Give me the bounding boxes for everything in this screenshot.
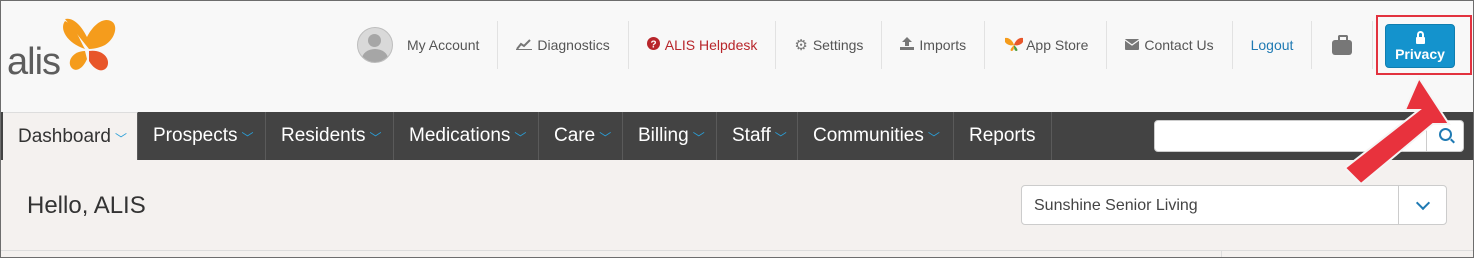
settings-label: Settings (812, 37, 864, 53)
tab-prospects-label: Prospects (153, 125, 238, 146)
tab-medications-label: Medications (409, 125, 511, 146)
app-frame: alis My Account Diagnostics ? ALIS Helpd… (0, 0, 1474, 258)
tab-communities-label: Communities (813, 125, 924, 146)
community-select[interactable]: Sunshine Senior Living (1021, 185, 1447, 225)
imports-label: Imports (919, 37, 967, 53)
tab-dashboard-label: Dashboard (18, 125, 111, 147)
tab-prospects[interactable]: Prospects ﹀ (138, 112, 266, 160)
privacy-button[interactable]: Privacy (1385, 24, 1455, 68)
chevron-down-icon: ﹀ (241, 131, 254, 145)
imports-link[interactable]: Imports (882, 21, 986, 69)
chevron-down-icon (1415, 195, 1430, 211)
tab-care[interactable]: Care ﹀ (539, 112, 623, 160)
app-store-label: App Store (1026, 37, 1089, 53)
envelope-icon (1125, 37, 1140, 53)
tab-dashboard[interactable]: Dashboard ﹀ (3, 112, 138, 160)
avatar (357, 27, 393, 63)
settings-link[interactable]: ⚙ Settings (776, 21, 883, 69)
chevron-down-icon: ﹀ (692, 131, 705, 145)
gear-icon: ⚙ (794, 37, 808, 54)
alis-logo[interactable]: alis (7, 15, 127, 83)
tab-billing-label: Billing (638, 125, 689, 146)
diagnostics-label: Diagnostics (537, 37, 610, 53)
tab-staff[interactable]: Staff ﹀ (717, 112, 798, 160)
dashboard-content: Hello, ALIS Sunshine Senior Living (1, 160, 1473, 257)
tab-residents-label: Residents (281, 125, 366, 146)
tab-communities[interactable]: Communities ﹀ (798, 112, 954, 160)
logo-text: alis (7, 41, 61, 83)
lock-icon (1415, 30, 1425, 44)
privacy-label: Privacy (1395, 45, 1445, 62)
chevron-down-icon: ﹀ (369, 131, 382, 145)
helpdesk-link[interactable]: ? ALIS Helpdesk (629, 21, 777, 69)
tab-reports[interactable]: Reports (954, 112, 1052, 160)
line-chart-icon (516, 37, 533, 53)
helpdesk-label: ALIS Helpdesk (664, 37, 758, 53)
chevron-down-icon: ﹀ (114, 131, 127, 146)
logout-link[interactable]: Logout (1233, 21, 1313, 69)
logout-label: Logout (1250, 37, 1294, 53)
upload-icon (900, 37, 915, 53)
diagnostics-link[interactable]: Diagnostics (498, 21, 629, 69)
tab-billing[interactable]: Billing ﹀ (623, 112, 717, 160)
chevron-down-icon: ﹀ (774, 131, 787, 145)
community-select-value: Sunshine Senior Living (1034, 197, 1198, 214)
page-title: Hello, ALIS (27, 192, 146, 219)
butterfly-icon (1003, 36, 1025, 55)
top-nav: My Account Diagnostics ? ALIS Helpdesk ⚙… (339, 21, 1374, 69)
svg-text:?: ? (650, 40, 656, 51)
chevron-down-icon: ﹀ (599, 131, 612, 145)
divider (1221, 250, 1222, 257)
tab-staff-label: Staff (732, 125, 771, 146)
annotation-arrow-icon (1343, 76, 1451, 186)
chevron-down-icon: ﹀ (514, 131, 527, 145)
chevron-down-icon: ﹀ (927, 131, 940, 145)
divider (1, 250, 1473, 251)
briefcase-icon (1332, 34, 1353, 55)
contact-us-label: Contact Us (1144, 37, 1214, 53)
app-store-link[interactable]: App Store (985, 21, 1108, 69)
community-dropdown-toggle[interactable] (1398, 186, 1446, 224)
tab-medications[interactable]: Medications ﹀ (394, 112, 539, 160)
tab-residents[interactable]: Residents ﹀ (266, 112, 394, 160)
my-account-label: My Account (407, 37, 480, 53)
contact-us-link[interactable]: Contact Us (1107, 21, 1233, 69)
tab-reports-label: Reports (969, 125, 1036, 146)
question-circle-icon: ? (646, 37, 660, 53)
briefcase-button[interactable] (1312, 21, 1374, 69)
tab-care-label: Care (554, 125, 596, 146)
my-account-link[interactable]: My Account (339, 21, 499, 69)
